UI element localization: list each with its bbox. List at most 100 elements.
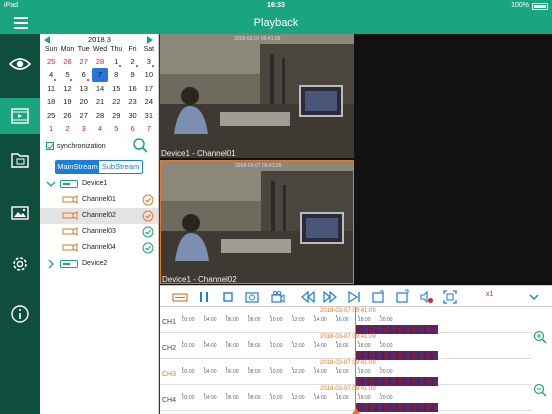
calendar-day[interactable]: 26: [59, 109, 75, 122]
calendar-day[interactable]: 10: [141, 68, 157, 81]
channel-row[interactable]: Channel01: [40, 192, 158, 208]
next-month-icon[interactable]: [147, 36, 153, 44]
nav-item-live-view[interactable]: [0, 46, 40, 82]
pause-icon[interactable]: [196, 289, 212, 305]
calendar-day[interactable]: 7: [141, 122, 157, 135]
calendar-day[interactable]: 21: [92, 95, 108, 108]
calendar-day[interactable]: 18: [43, 95, 59, 108]
nav-item-playback[interactable]: [0, 98, 40, 134]
calendar-day[interactable]: 16: [124, 82, 140, 95]
calendar-day[interactable]: 7: [91, 68, 109, 82]
chevron-down-icon[interactable]: [526, 289, 542, 305]
timeline-tick: 06:00: [226, 393, 239, 401]
calendar-day[interactable]: 27: [76, 55, 92, 68]
video-tile-ch4-empty[interactable]: [356, 160, 552, 284]
video-tile-ch3[interactable]: 2018-03-07 09:41:09 Device1 - Channel02: [160, 160, 354, 284]
calendar-day[interactable]: 28: [92, 109, 108, 122]
calendar-day[interactable]: 13: [76, 82, 92, 95]
rotate-icon[interactable]: [370, 289, 386, 305]
timeline-track[interactable]: 02:00 04:00 06:00 08:00 10:00 12:00 14:00 16:00…: [182, 333, 532, 360]
calendar-day[interactable]: 5: [59, 68, 75, 81]
mute-icon[interactable]: [418, 289, 434, 305]
calendar-day[interactable]: 2: [59, 122, 75, 135]
speed-label[interactable]: x1: [486, 291, 493, 298]
calendar-day[interactable]: 1: [108, 55, 124, 68]
nav-item-settings[interactable]: [0, 246, 40, 282]
device-row-device2[interactable]: Device2: [40, 256, 158, 272]
nav-item-files[interactable]: [0, 142, 40, 178]
calendar-day[interactable]: 30: [124, 109, 140, 122]
calendar-day[interactable]: 25: [43, 109, 59, 122]
calendar-day[interactable]: 27: [76, 109, 92, 122]
timeline-tick: 02:00: [182, 393, 195, 401]
timeline-track[interactable]: 02:00 04:00 06:00 08:00 10:00 12:00 14:00 16:00…: [182, 359, 532, 386]
substream-button[interactable]: SubStream: [99, 161, 142, 173]
calendar-day[interactable]: 4: [43, 68, 59, 81]
calendar-day[interactable]: 24: [141, 95, 157, 108]
mainstream-button[interactable]: MainStream: [56, 161, 99, 173]
snapshot-icon[interactable]: [244, 289, 260, 305]
calendar-day[interactable]: 14: [92, 82, 108, 95]
calendar-day[interactable]: 23: [124, 95, 140, 108]
check-circle-icon[interactable]: [142, 194, 154, 206]
calendar-day[interactable]: 15: [108, 82, 124, 95]
calendar-day[interactable]: 3: [141, 55, 157, 68]
calendar-day[interactable]: 11: [43, 82, 59, 95]
timeline-cursor-handle[interactable]: [352, 408, 360, 414]
calendar-day[interactable]: 26: [59, 55, 75, 68]
timeline-tick: 16:00: [336, 367, 349, 375]
weekday-row: Sun Mon Tue Wed Thu Fri Sat: [43, 44, 157, 55]
calendar-day-number: 1: [49, 123, 54, 133]
calendar-day[interactable]: 3: [76, 122, 92, 135]
calendar-day[interactable]: 12: [59, 82, 75, 95]
calendar-day[interactable]: 6: [124, 122, 140, 135]
calendar-day[interactable]: 5: [108, 122, 124, 135]
timeline-track[interactable]: 02:00 04:00 06:00 08:00 10:00 12:00 14:00 16:00…: [182, 307, 532, 334]
sync-option: synchronization: [46, 142, 106, 150]
channel-row[interactable]: Channel02: [40, 208, 158, 224]
calendar-day[interactable]: 4: [92, 122, 108, 135]
fullscreen-icon[interactable]: [442, 289, 458, 305]
calendar-day[interactable]: 25: [43, 55, 59, 68]
stop-icon[interactable]: [220, 289, 236, 305]
zoom-out-icon[interactable]: [533, 383, 547, 397]
calendar-day-number: 24: [144, 97, 153, 107]
record-icon[interactable]: [172, 289, 188, 305]
calendar-day[interactable]: 2: [124, 55, 140, 68]
device-row-device1[interactable]: Device1: [40, 176, 158, 192]
expand-icon[interactable]: [394, 289, 410, 305]
timeline-cursor[interactable]: [355, 307, 356, 411]
fast-forward-icon[interactable]: [322, 289, 338, 305]
calendar-day[interactable]: 20: [76, 95, 92, 108]
channel-row[interactable]: Channel03: [40, 224, 158, 240]
calendar-day[interactable]: 17: [141, 82, 157, 95]
video-tile-ch1[interactable]: 2018-03-07 09:41:09 Device1 - Channel01: [160, 34, 354, 158]
rewind-icon[interactable]: [300, 289, 316, 305]
video-camera-icon[interactable]: [270, 289, 286, 305]
channel-row[interactable]: Channel04: [40, 240, 158, 256]
prev-month-icon[interactable]: [44, 36, 50, 44]
video-timestamp: 2018-03-07 09:41:09: [234, 36, 281, 42]
zoom-in-icon[interactable]: [533, 330, 547, 344]
step-forward-icon[interactable]: [346, 289, 362, 305]
calendar-day[interactable]: 1: [43, 122, 59, 135]
calendar-day[interactable]: 28: [92, 55, 108, 68]
calendar-day[interactable]: 31: [141, 109, 157, 122]
calendar-day[interactable]: 6: [76, 68, 92, 81]
check-circle-icon[interactable]: [142, 242, 154, 254]
nav-item-gallery[interactable]: [0, 195, 40, 231]
calendar-day-number: 22: [112, 97, 121, 107]
calendar-day-number: 15: [112, 83, 121, 93]
calendar-day[interactable]: 29: [108, 109, 124, 122]
recording-segment[interactable]: [356, 403, 438, 412]
calendar-day[interactable]: 8: [108, 68, 124, 81]
calendar-day[interactable]: 9: [124, 68, 140, 81]
check-circle-icon[interactable]: [142, 226, 154, 238]
check-circle-icon[interactable]: [142, 210, 154, 222]
sync-checkbox[interactable]: [46, 142, 54, 150]
calendar-day[interactable]: 19: [59, 95, 75, 108]
video-tile-ch2-empty[interactable]: [356, 34, 552, 158]
nav-item-info[interactable]: [0, 296, 40, 332]
calendar-day[interactable]: 22: [108, 95, 124, 108]
search-icon[interactable]: [132, 137, 148, 153]
